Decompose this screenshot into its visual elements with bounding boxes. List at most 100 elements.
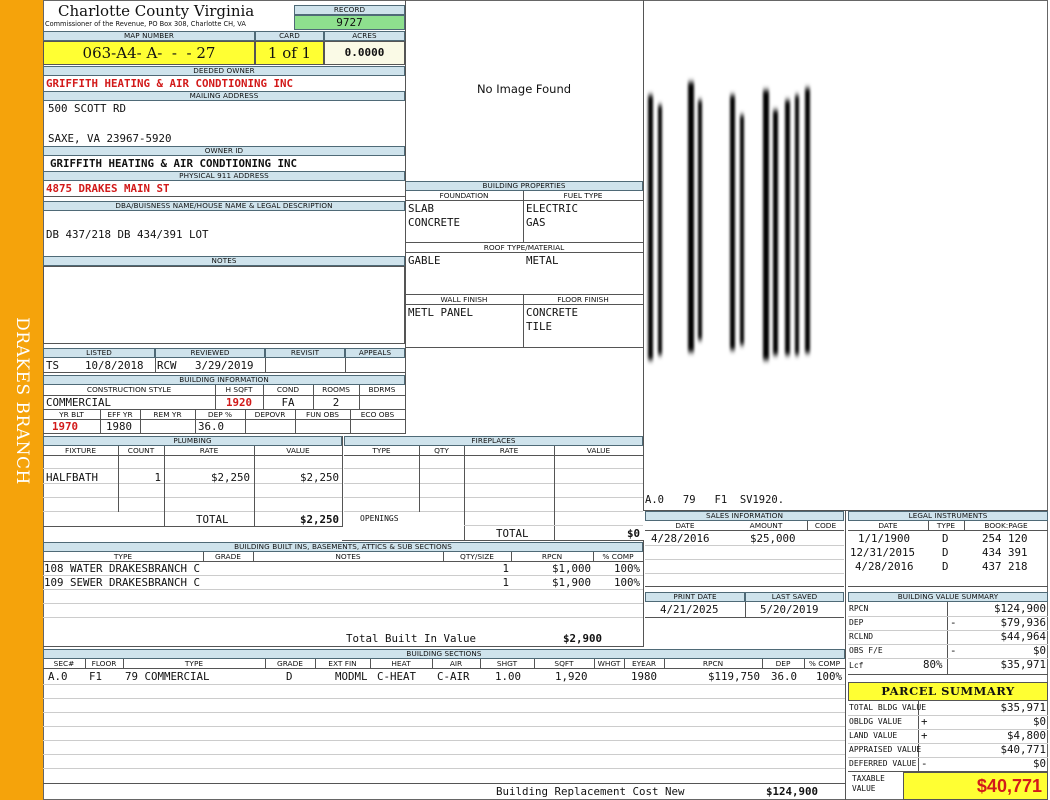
fireplaces-col-value: VALUE <box>586 446 611 455</box>
listed-label: LISTED <box>43 348 155 358</box>
fuel-2: GAS <box>526 216 546 229</box>
builtin-row-1-comp: 100% <box>613 562 640 575</box>
reviewed-date: 3/29/2019 <box>195 359 254 372</box>
builtins-col-rpcn: RPCN <box>541 552 563 561</box>
fireplaces-openings-label: OPENINGS <box>360 514 399 523</box>
vs-dep-label: DEP <box>849 618 864 627</box>
legal-row-1-book: 254 120 <box>982 532 1028 545</box>
legal-row-1-date: 1/1/1900 <box>858 532 911 545</box>
builtin-row-2-qty: 1 <box>502 576 509 589</box>
mailing-address-line2: SAXE, VA 23967-5920 <box>48 132 172 145</box>
plumbing-col-rate: RATE <box>199 446 219 455</box>
physical-address-label: PHYSICAL 911 ADDRESS <box>43 171 405 181</box>
plumbing-fixture: HALFBATH <box>46 471 99 484</box>
mailing-address-line1: 500 SCOTT RD <box>48 102 127 115</box>
floor-finish-2: TILE <box>526 320 553 333</box>
sec-col-comp: % COMP <box>808 659 841 668</box>
builtins-label: BUILDING BUILT INS, BASEMENTS, ATTICS & … <box>43 542 643 552</box>
side-label: DRAKES BRANCH <box>12 317 32 485</box>
card-value: 1 of 1 <box>255 41 324 65</box>
wall-finish-label: WALL FINISH <box>440 295 488 304</box>
sales-col-date: DATE <box>675 521 695 530</box>
reviewed-label: REVIEWED <box>155 348 265 358</box>
legal-row-2-book: 434 391 <box>982 546 1028 559</box>
legal-col-book: BOOK:PAGE <box>984 521 1028 530</box>
parcel-row-4-value: $40,771 <box>1000 743 1046 756</box>
sec-row-sqft: 1,920 <box>555 670 588 683</box>
parcel-row-1-label: TOTAL BLDG VALUE <box>849 703 927 712</box>
sec-row-eyear: 1980 <box>631 670 658 683</box>
construction-style: COMMERCIAL <box>46 396 112 409</box>
sec-row-grade: D <box>286 670 293 683</box>
parcel-row-1-value: $35,971 <box>1000 701 1046 714</box>
cond-value: FA <box>281 396 295 409</box>
vs-lcf-pct: 80% <box>923 658 943 671</box>
sec-col-type: TYPE <box>184 659 204 668</box>
sec-col-rpcn: RPCN <box>702 659 724 668</box>
parcel-row-5-value: $0 <box>1032 757 1046 770</box>
builtin-row-2-rpcn: $1,900 <box>551 576 591 589</box>
acres-value: 0.0000 <box>324 41 405 65</box>
plumbing-count: 1 <box>154 471 161 484</box>
builtins-col-type: TYPE <box>113 552 133 561</box>
plumbing-label: PLUMBING <box>43 436 342 446</box>
parcel-row-2-label: OBLDG VALUE <box>849 717 902 726</box>
builtins-col-qty: QTY/SIZE <box>460 552 494 561</box>
card-label: CARD <box>255 31 324 41</box>
sec-row-type: 79 COMMERCIAL <box>125 670 210 683</box>
sales-date: 4/28/2016 <box>651 532 710 545</box>
sec-row-heat: C-HEAT <box>377 670 417 683</box>
building-sections-label: BUILDING SECTIONS <box>43 649 845 659</box>
last-saved: 5/20/2019 <box>760 603 819 616</box>
fireplaces-col-qty: QTY <box>434 446 449 455</box>
fireplaces-label: FIREPLACES <box>344 436 643 446</box>
print-date: 4/21/2025 <box>660 603 719 616</box>
vs-rpcn-label: RPCN <box>849 604 869 613</box>
builtin-row-2-type: 109 SEWER DRAKESBRANCH C <box>44 576 201 589</box>
sec-col-extfin: EXT FIN <box>328 659 357 668</box>
sec-col-dep: DEP <box>775 659 791 668</box>
plumbing-rate: $2,250 <box>210 471 250 484</box>
sec-row-dep: 36.0 <box>771 670 798 683</box>
roof-type: GABLE <box>408 254 441 267</box>
map-number-value: 063-A4- A- - - 27 <box>43 41 255 65</box>
sketch-caption: A.0 79 F1 SV1920. <box>645 494 785 506</box>
sec-col-grade: GRADE <box>277 659 303 668</box>
dba-label: DBA/BUISNESS NAME/HOUSE NAME & LEGAL DES… <box>43 201 405 211</box>
sec-col-eyear: EYEAR <box>631 659 657 668</box>
sec-col-air: AIR <box>449 659 463 668</box>
mailing-address-label: MAILING ADDRESS <box>43 91 405 101</box>
cond-label: COND <box>276 385 300 394</box>
value-summary-label: BUILDING VALUE SUMMARY <box>848 592 1048 602</box>
listed-date: 10/8/2018 <box>85 359 144 372</box>
vs-obs-label: OBS F/E <box>849 646 883 655</box>
dba-value: DB 437/218 DB 434/391 LOT <box>46 228 209 241</box>
depovr-label: DEPOVR <box>254 410 286 419</box>
taxable-value-label: TAXABLE VALUE <box>852 774 885 793</box>
sales-amount: $25,000 <box>750 532 796 545</box>
notes-box <box>43 266 405 344</box>
parcel-row-4-label: APPRAISED VALUE <box>849 745 922 754</box>
floor-finish-1: CONCRETE <box>526 306 579 319</box>
fuel-1: ELECTRIC <box>526 202 579 215</box>
photo-placeholder: No Image Found <box>476 82 572 96</box>
fireplaces-total: $0 <box>626 527 640 540</box>
builtin-row-1-type: 108 WATER DRAKESBRANCH C <box>44 562 201 575</box>
foundation-2: CONCRETE <box>408 216 461 229</box>
deeded-owner-label: DEEDED OWNER <box>43 66 405 76</box>
rooms-label: ROOMS <box>322 385 350 394</box>
foundation-label: FOUNDATION <box>439 191 489 200</box>
fuel-type-label: FUEL TYPE <box>563 191 603 200</box>
builtin-row-2-comp: 100% <box>613 576 640 589</box>
sales-label: SALES INFORMATION <box>645 511 844 521</box>
parcel-row-3-label: LAND VALUE <box>849 731 898 740</box>
replacement-cost-value: $124,900 <box>766 785 819 798</box>
sec-col-floor: FLOOR <box>91 659 117 668</box>
legal-label: LEGAL INSTRUMENTS <box>848 511 1048 521</box>
funobs-label: FUN OBS <box>306 410 339 419</box>
vs-rclnd-value: $44,964 <box>1000 630 1046 643</box>
yrblt-label: YR BLT <box>59 410 84 419</box>
builtin-row-1-qty: 1 <box>502 562 509 575</box>
vs-rclnd-label: RCLND <box>849 632 874 641</box>
legal-col-type: TYPE <box>936 521 956 530</box>
